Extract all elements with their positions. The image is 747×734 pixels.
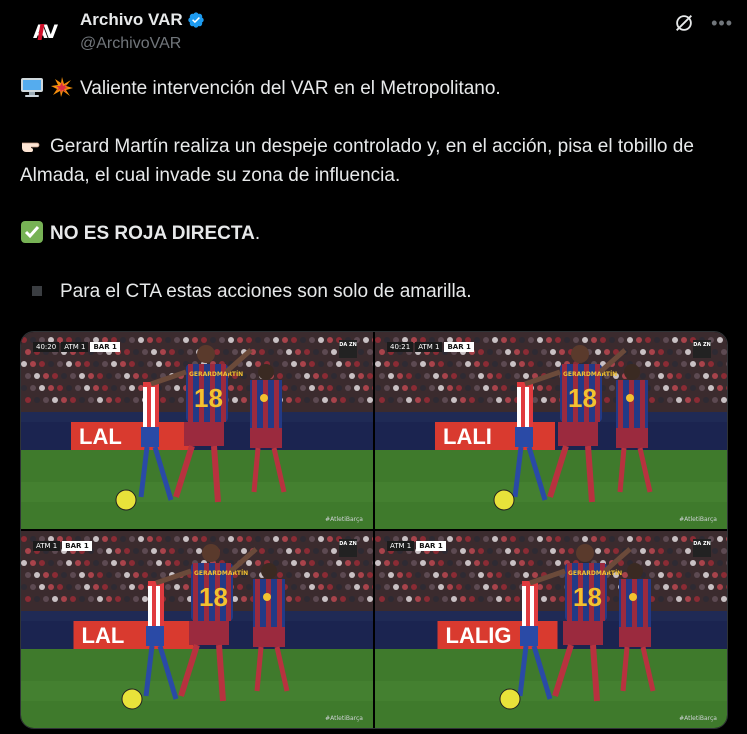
scoreboard-away: BAR 1	[444, 342, 474, 352]
scoreboard-home: ATM 1	[387, 541, 415, 551]
author-avatar[interactable]: AV	[22, 10, 66, 54]
media-frame-1[interactable]: LAL GERARDMARTÍN 18 40:20 ATM 1 BAR 1 DA ZN #At…	[21, 332, 373, 529]
laliga-board-text: LAL	[79, 424, 122, 449]
scoreboard-away: BAR 1	[90, 342, 120, 352]
match-scene: LALIG GERARDMARTÍN 18	[375, 531, 727, 728]
broadcaster-logo: DA ZN	[693, 539, 711, 557]
hashtag-watermark: #AtletiBarça	[679, 516, 717, 523]
post-line-4-text: Para el CTA estas acciones son solo de a…	[60, 281, 472, 302]
atletico-player-shorts	[146, 626, 164, 646]
player-18-shorts	[189, 621, 229, 645]
pitch-stripe	[21, 681, 373, 701]
ad-board-top	[375, 412, 727, 422]
player-18-name: GERARDMARTÍN	[194, 569, 248, 577]
media-frame-2[interactable]: LALI GERARDMARTÍN 18 40:21 ATM 1 BAR 1 DA ZN #A…	[375, 332, 727, 529]
laliga-board-text: LALI	[443, 424, 492, 449]
atletico-player-shorts	[141, 427, 159, 447]
football	[493, 489, 515, 511]
hashtag-watermark: #AtletiBarça	[325, 516, 363, 523]
author-names: Archivo VAR @ArchivoVAR	[80, 10, 205, 54]
post-line-1: Valiente intervención del VAR en el Metr…	[20, 74, 720, 103]
atletico-player-shorts	[520, 626, 538, 646]
teammate-crest	[260, 394, 268, 402]
post-header: AV Archivo VAR @ArchivoVAR •••	[22, 10, 733, 58]
post-line-3: NO ES ROJA DIRECTA.	[20, 219, 720, 248]
scoreboard: ATM 1 BAR 1	[387, 541, 446, 551]
verified-badge-icon	[187, 12, 204, 28]
football	[115, 489, 137, 511]
teammate-crest	[626, 394, 634, 402]
teammate-head	[261, 563, 277, 579]
player-18-shorts	[558, 422, 598, 446]
broadcaster-logo: DA ZN	[339, 340, 357, 358]
post-line-2-text: Gerard Martín realiza un despeje control…	[20, 136, 694, 186]
post-line-1-text: Valiente intervención del VAR en el Metr…	[80, 78, 501, 99]
post-line-4: Para el CTA estas acciones son solo de a…	[20, 277, 720, 306]
player-18-name: GERARDMARTÍN	[189, 370, 243, 378]
media-grid[interactable]: LAL GERARDMARTÍN 18 40:20 ATM 1 BAR 1 DA ZN #At…	[20, 331, 728, 729]
desktop-computer-emoji	[21, 78, 43, 97]
post-text: Valiente intervención del VAR en el Metr…	[20, 74, 720, 306]
scoreboard-away: BAR 1	[62, 541, 92, 551]
teammate-head	[258, 364, 274, 380]
broadcaster-logo: DA ZN	[693, 340, 711, 358]
player-18-head	[571, 345, 589, 363]
player-18-name: GERARDMARTÍN	[563, 370, 617, 378]
collision-emoji	[51, 77, 73, 97]
small-black-square-emoji	[32, 286, 42, 297]
scoreboard-clock: 40:21	[387, 342, 414, 352]
player-18-head	[202, 544, 220, 562]
media-frame-3[interactable]: LAL GERARDMARTÍN 18 ATM 1 BAR 1 DA ZN #AtletiB…	[21, 531, 373, 728]
match-scene: LALI GERARDMARTÍN 18	[375, 332, 727, 529]
player-18-number: 18	[194, 383, 223, 413]
author-display-name[interactable]: Archivo VAR	[80, 10, 205, 30]
more-icon[interactable]: •••	[711, 14, 733, 32]
teammate-head	[627, 563, 643, 579]
player-18-shorts	[563, 621, 603, 645]
laliga-board-text: LALIG	[446, 623, 512, 648]
grok-icon[interactable]	[673, 12, 695, 34]
teammate-crest	[263, 593, 271, 601]
match-scene: LAL GERARDMARTÍN 18	[21, 332, 373, 529]
scoreboard-home: ATM 1	[415, 342, 443, 352]
author-display-name-text[interactable]: Archivo VAR	[80, 10, 183, 30]
player-18-shorts	[184, 422, 224, 446]
check-mark-button-emoji	[21, 221, 43, 243]
teammate-head	[624, 364, 640, 380]
football	[499, 688, 521, 710]
atletico-player-shorts	[515, 427, 533, 447]
player-18-number: 18	[573, 582, 602, 612]
player-18-head	[197, 345, 215, 363]
teammate-crest	[629, 593, 637, 601]
scoreboard: ATM 1 BAR 1	[33, 541, 92, 551]
backhand-index-pointing-right-emoji	[22, 142, 40, 152]
match-scene: LAL GERARDMARTÍN 18	[21, 531, 373, 728]
scoreboard-away: BAR 1	[416, 541, 446, 551]
player-18-name: GERARDMARTÍN	[568, 569, 622, 577]
scoreboard-home: ATM 1	[61, 342, 89, 352]
broadcaster-logo: DA ZN	[339, 539, 357, 557]
hashtag-watermark: #AtletiBarça	[679, 715, 717, 722]
hashtag-watermark: #AtletiBarça	[325, 715, 363, 722]
post-line-3-tail: .	[254, 223, 261, 244]
player-18-head	[576, 544, 594, 562]
scoreboard: 40:21 ATM 1 BAR 1	[387, 342, 474, 352]
pitch-stripe	[21, 482, 373, 502]
post-line-3-bold: NO ES ROJA DIRECTA	[50, 223, 255, 244]
archivo-var-logo: AV	[32, 21, 58, 43]
scoreboard: 40:20 ATM 1 BAR 1	[33, 342, 120, 352]
scoreboard-clock: 40:20	[33, 342, 60, 352]
media-frame-4[interactable]: LALIG GERARDMARTÍN 18 ATM 1 BAR 1 DA ZN #Atlet…	[375, 531, 727, 728]
ad-board-top	[375, 611, 727, 621]
author-handle[interactable]: @ArchivoVAR	[80, 34, 205, 54]
player-18-number: 18	[568, 383, 597, 413]
scoreboard-home: ATM 1	[33, 541, 61, 551]
football	[121, 688, 143, 710]
laliga-board-text: LAL	[82, 623, 125, 648]
header-actions: •••	[673, 12, 733, 34]
player-18-number: 18	[199, 582, 228, 612]
post-line-2: Gerard Martín realiza un despeje control…	[20, 132, 720, 190]
